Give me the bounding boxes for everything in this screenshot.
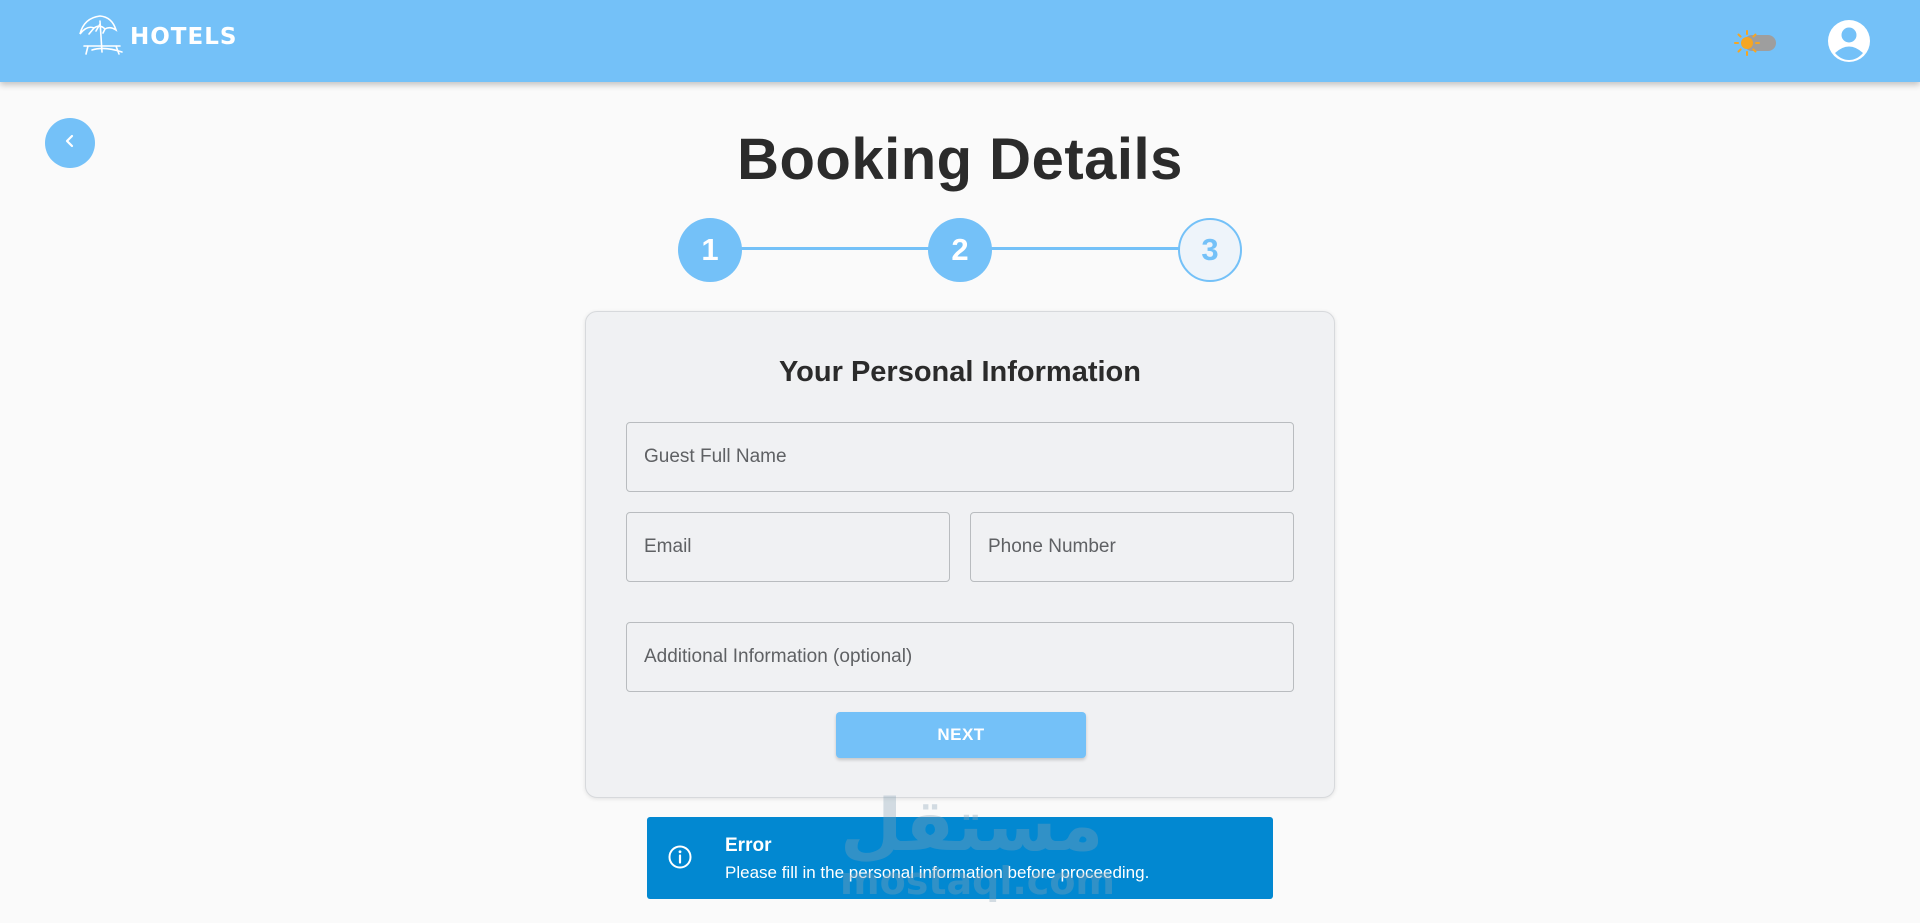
email-placeholder: Email — [644, 536, 692, 557]
page-title: Booking Details — [737, 127, 1183, 192]
info-icon — [667, 844, 693, 870]
next-button[interactable]: NEXT — [836, 712, 1086, 758]
additional-information-field[interactable]: Additional Information (optional) — [626, 622, 1294, 692]
brand-name: HOTELS — [130, 24, 238, 50]
step-connector — [738, 247, 934, 250]
additional-information-placeholder: Additional Information (optional) — [644, 646, 913, 667]
email-field[interactable]: Email — [626, 512, 950, 582]
guest-full-name-field[interactable]: Guest Full Name — [626, 422, 1294, 492]
personal-info-card: Your Personal Information Guest Full Nam… — [585, 311, 1335, 798]
brand-logo[interactable]: HOTELS — [76, 14, 237, 60]
alert-title: Error — [725, 835, 772, 856]
phone-number-placeholder: Phone Number — [988, 536, 1116, 557]
theme-toggle[interactable] — [1734, 30, 1782, 56]
guest-full-name-placeholder: Guest Full Name — [644, 446, 787, 467]
beach-umbrella-icon — [76, 12, 126, 63]
alert-message: Please fill in the personal information … — [725, 863, 1150, 882]
card-title: Your Personal Information — [778, 356, 1141, 388]
step-3: 3 — [1178, 218, 1242, 282]
step-1: 1 — [678, 218, 742, 282]
step-2: 2 — [928, 218, 992, 282]
step-connector — [986, 247, 1182, 250]
error-alert: Error Please fill in the personal inform… — [647, 817, 1273, 899]
account-circle-icon[interactable] — [1826, 18, 1872, 64]
booking-stepper: 1 2 3 — [678, 218, 1242, 282]
top-app-bar: HOTELS — [0, 0, 1920, 82]
sun-icon — [1734, 30, 1760, 56]
phone-number-field[interactable]: Phone Number — [970, 512, 1294, 582]
